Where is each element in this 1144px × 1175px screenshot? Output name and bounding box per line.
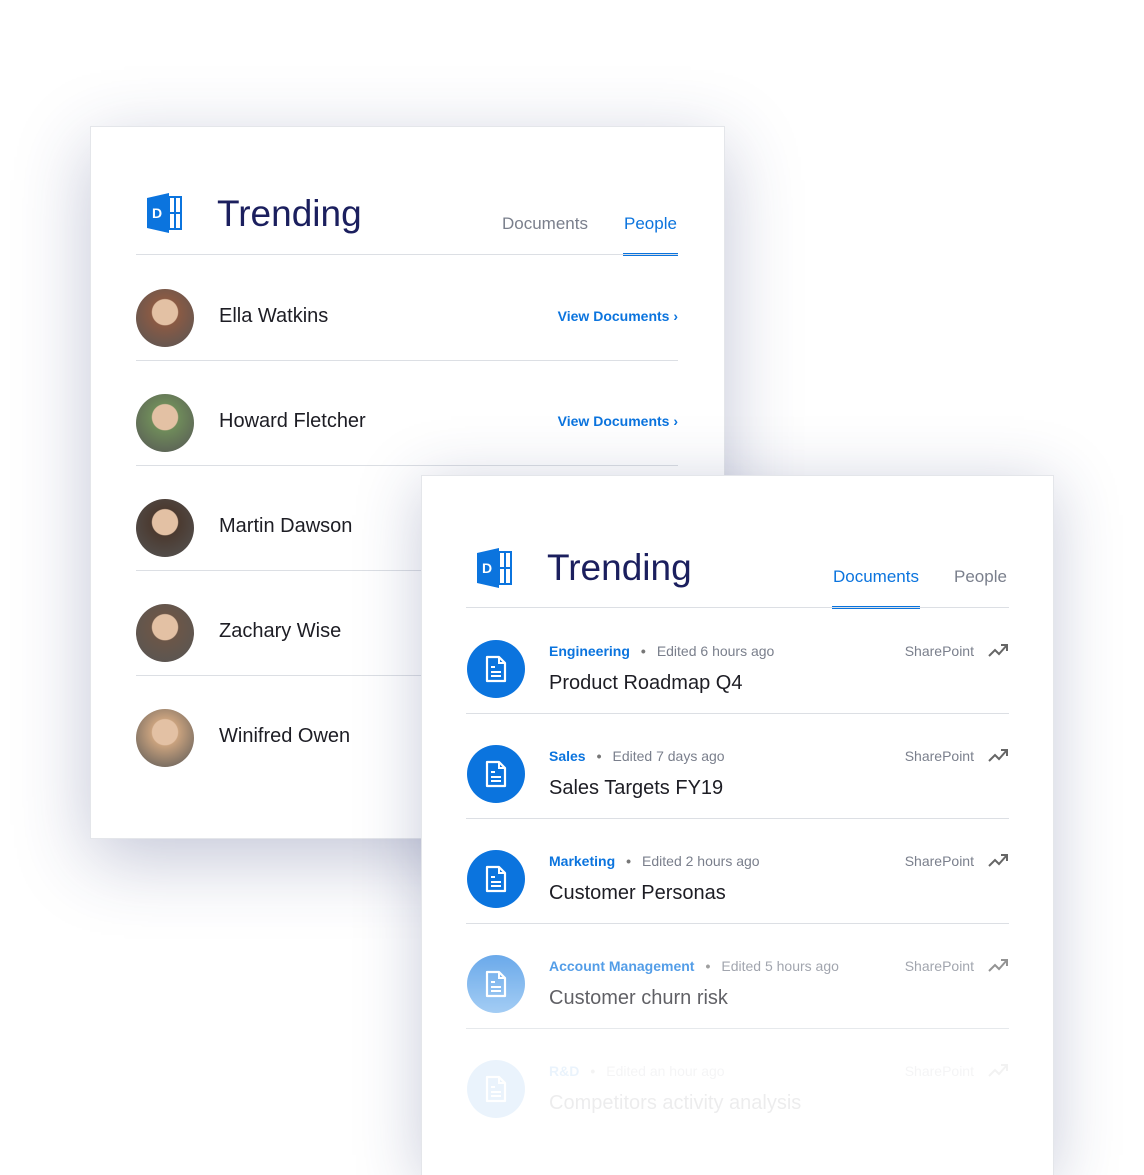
person-row: Howard Fletcher View Documents ›	[136, 360, 678, 466]
view-documents-link[interactable]: View Documents ›	[558, 308, 678, 324]
document-row[interactable]: Marketing • Edited 2 hours ago Customer Pe…	[466, 818, 1009, 924]
document-row[interactable]: R&D • Edited an hour ago Competitors activ…	[466, 1028, 1009, 1133]
document-source: SharePoint	[904, 643, 974, 659]
separator-dot: •	[705, 958, 711, 974]
person-name: Ella Watkins	[219, 305, 329, 327]
separator-dot: •	[596, 748, 602, 764]
trending-documents-card: D Trending Documents People Engineering •…	[421, 475, 1054, 1175]
separator-dot: •	[626, 853, 632, 869]
document-row[interactable]: Engineering • Edited 6 hours ago Product R…	[466, 608, 1009, 714]
document-category[interactable]: Sales	[549, 748, 586, 764]
document-category[interactable]: Engineering	[549, 643, 630, 659]
delve-logo-icon: D	[147, 193, 182, 233]
svg-text:D: D	[152, 205, 162, 221]
person-name: Winifred Owen	[219, 725, 351, 747]
document-category[interactable]: R&D	[549, 1063, 579, 1079]
trending-icon	[988, 749, 1008, 762]
document-name[interactable]: Product Roadmap Q4	[549, 672, 742, 695]
tab-people[interactable]: People	[954, 567, 1007, 587]
document-icon	[467, 955, 525, 1013]
person-name: Martin Dawson	[219, 515, 353, 537]
person-name: Zachary Wise	[219, 620, 342, 642]
document-source: SharePoint	[904, 958, 974, 974]
document-name[interactable]: Customer Personas	[549, 882, 726, 905]
trending-icon	[988, 854, 1008, 867]
card-title: Trending	[547, 547, 692, 588]
edited-time: Edited 6 hours ago	[656, 643, 775, 659]
avatar	[136, 289, 194, 347]
separator-dot: •	[590, 1063, 596, 1079]
edited-time: Edited 2 hours ago	[642, 853, 760, 869]
document-category[interactable]: Account Management	[549, 958, 694, 974]
person-row: Ella Watkins View Documents ›	[136, 255, 678, 361]
document-icon	[467, 1060, 525, 1118]
avatar	[136, 499, 194, 557]
delve-logo-icon: D	[477, 548, 512, 588]
separator-dot: •	[640, 643, 646, 659]
edited-time: Edited an hour ago	[606, 1063, 725, 1079]
avatar	[136, 709, 194, 767]
document-icon	[467, 640, 525, 698]
document-row[interactable]: Sales • Edited 7 days ago Sales Targets FY…	[466, 713, 1009, 819]
document-icon	[467, 745, 525, 803]
document-row[interactable]: Account Management • Edited 5 hours ago Cu…	[466, 923, 1009, 1029]
document-name[interactable]: Sales Targets FY19	[549, 777, 723, 800]
edited-time: Edited 5 hours ago	[721, 958, 839, 974]
document-source: SharePoint	[904, 748, 974, 764]
document-name[interactable]: Competitors activity analysis	[549, 1092, 801, 1115]
trending-icon	[988, 1064, 1008, 1077]
document-category[interactable]: Marketing	[549, 853, 615, 869]
document-icon	[467, 850, 525, 908]
trending-icon	[988, 644, 1008, 657]
document-source: SharePoint	[904, 853, 974, 869]
tab-people[interactable]: People	[623, 214, 678, 256]
person-name: Howard Fletcher	[219, 410, 366, 432]
avatar	[136, 394, 194, 452]
tab-documents[interactable]: Documents	[502, 214, 588, 234]
trending-icon	[988, 959, 1008, 972]
edited-time: Edited 7 days ago	[612, 748, 725, 764]
svg-text:D: D	[482, 560, 492, 576]
tab-documents[interactable]: Documents	[832, 567, 920, 609]
document-name[interactable]: Customer churn risk	[549, 987, 728, 1010]
document-source: SharePoint	[904, 1063, 974, 1079]
avatar	[136, 604, 194, 662]
card-title: Trending	[217, 193, 362, 234]
view-documents-link[interactable]: View Documents ›	[558, 413, 678, 429]
